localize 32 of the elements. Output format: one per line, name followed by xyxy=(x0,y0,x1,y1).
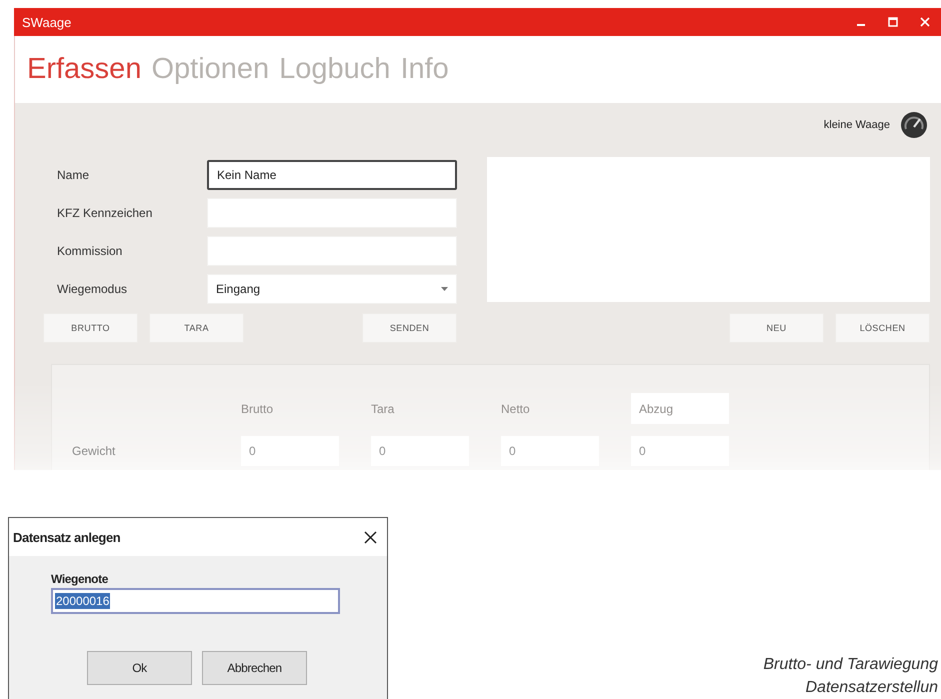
column-header: Brutto xyxy=(241,402,274,416)
form-button[interactable]: TARA xyxy=(149,313,244,343)
window-title: SWaage xyxy=(22,14,72,30)
field-label: Name xyxy=(57,168,90,182)
input-field[interactable]: 20000016 xyxy=(51,588,340,614)
field-label: Wiegenote xyxy=(51,572,109,586)
field-label: Kommission xyxy=(57,244,124,258)
close-icon[interactable] xyxy=(364,530,377,544)
caret-icon xyxy=(441,287,448,291)
dialog-button[interactable]: Ok xyxy=(87,651,192,685)
figure-caption: Brutto- und Tarawiegung Datensatzerstellun xyxy=(762,655,939,698)
maximize-icon[interactable] xyxy=(887,16,899,28)
dropdown[interactable]: Eingang xyxy=(207,274,457,304)
column-header-field: Abzug xyxy=(631,393,729,424)
input-field[interactable] xyxy=(207,198,457,228)
tab[interactable]: Erfassen xyxy=(27,53,142,86)
dropdown-value: Eingang xyxy=(216,282,260,296)
dialog-title: Datensatz anlegen xyxy=(13,530,120,544)
form-button[interactable]: SENDEN xyxy=(362,313,457,343)
input-field[interactable] xyxy=(207,236,457,266)
dialog-button[interactable]: Abbrechen xyxy=(202,651,307,685)
form-button[interactable]: BRUTTO xyxy=(43,313,138,343)
column-header: Netto xyxy=(501,402,531,416)
field-label: KFZ Kennzeichen xyxy=(57,206,154,220)
list-button[interactable]: LÖSCHEN xyxy=(835,313,930,343)
gauge-icon[interactable] xyxy=(900,111,928,139)
row-label: Gewicht xyxy=(72,444,116,458)
input-field[interactable]: Kein Name xyxy=(207,160,457,190)
field-label: Wiegemodus xyxy=(57,282,128,296)
scale-name: kleine Waage xyxy=(824,119,890,131)
column-header: Tara xyxy=(371,402,396,416)
list-button[interactable]: NEU xyxy=(729,313,824,343)
